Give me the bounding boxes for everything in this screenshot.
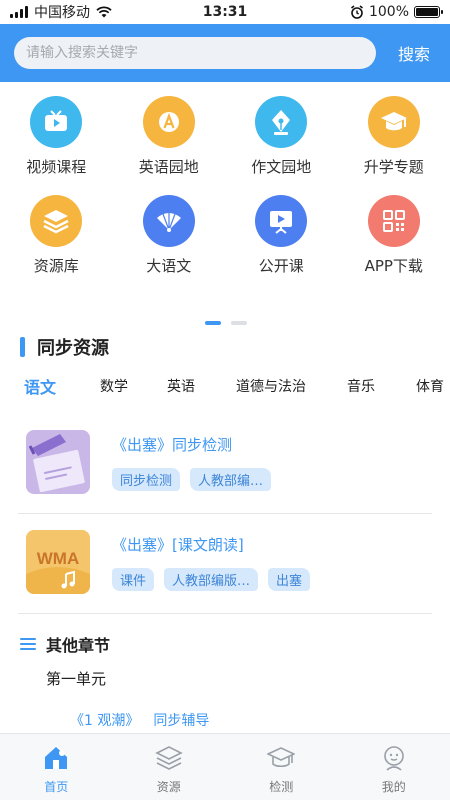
fan-icon — [142, 195, 195, 247]
page-dot — [205, 321, 221, 325]
resource-tag: 同步检测 — [112, 468, 181, 491]
grid-item-app-download[interactable]: APP下载 — [338, 195, 450, 276]
grid-item-composition[interactable]: 作文园地 — [225, 96, 338, 177]
nav-label: 检测 — [269, 780, 294, 794]
signal-icon — [10, 6, 28, 18]
home-icon — [45, 747, 68, 769]
grid-item-video-course[interactable]: 视频课程 — [0, 96, 113, 177]
resource-tag: 人教部编… — [190, 468, 272, 491]
graduation-cap-icon — [267, 747, 296, 768]
search-header: 搜索 — [0, 24, 450, 82]
layers-icon — [30, 195, 83, 247]
video-course-icon — [30, 96, 83, 148]
section-accent-bar — [20, 337, 25, 357]
other-chapters-header[interactable]: 其他章节 — [20, 632, 110, 656]
status-bar: 中国移动 13:31 100% — [0, 0, 450, 24]
section-title: 同步资源 — [37, 338, 109, 359]
nav-mine[interactable]: 我的 — [338, 734, 450, 800]
grid-label: 英语园地 — [138, 158, 199, 176]
search-button[interactable]: 搜索 — [398, 41, 430, 65]
nav-home[interactable]: 首页 — [0, 734, 113, 800]
english-icon — [142, 96, 195, 148]
tab-english[interactable]: 英语 — [167, 376, 195, 396]
status-left: 中国移动 — [10, 2, 112, 22]
tab-math[interactable]: 数学 — [100, 376, 128, 396]
grid-item-resource-library[interactable]: 资源库 — [0, 195, 113, 276]
tab-pe[interactable]: 体育 — [416, 376, 444, 396]
grid-item-english[interactable]: 英语园地 — [113, 96, 226, 177]
tab-music[interactable]: 音乐 — [347, 376, 375, 396]
carrier-name: 中国移动 — [34, 5, 90, 21]
grid-item-chinese[interactable]: 大语文 — [113, 195, 226, 276]
grid-label: APP下载 — [364, 257, 423, 275]
battery-icon — [414, 6, 443, 18]
unit-label[interactable]: 第一单元 — [46, 668, 106, 689]
nav-tests[interactable]: 检测 — [225, 734, 338, 800]
lesson-row[interactable]: 《1 观潮》 同步辅导 — [70, 710, 209, 730]
resource-card[interactable]: 《出塞》同步检测 同步检测 人教部编… — [18, 422, 432, 514]
wma-audio-thumbnail: WMA — [26, 530, 90, 594]
grid-label: 公开课 — [258, 257, 304, 275]
resource-tag: 课件 — [112, 568, 155, 591]
status-right: 100% — [350, 4, 443, 20]
other-chapters-title: 其他章节 — [46, 636, 111, 655]
nav-label: 资源 — [156, 780, 181, 794]
qr-code-icon — [367, 195, 420, 247]
wma-label: WMA — [37, 549, 79, 568]
subject-tabs: 语文 数学 英语 道德与法治 音乐 体育 — [0, 373, 450, 399]
wifi-icon — [96, 6, 112, 18]
lesson-type: 同步辅导 — [153, 713, 210, 729]
battery-percent: 100% — [368, 4, 409, 20]
grid-label: 大语文 — [146, 257, 192, 275]
exam-thumbnail — [26, 430, 90, 494]
grid-label: 升学专题 — [363, 158, 424, 176]
user-icon — [383, 746, 404, 771]
tab-morality-law[interactable]: 道德与法治 — [236, 376, 306, 396]
grid-label: 资源库 — [33, 257, 79, 275]
tab-chinese[interactable]: 语文 — [24, 374, 56, 398]
grid-item-open-class[interactable]: 公开课 — [225, 195, 338, 276]
graduation-cap-icon — [367, 96, 420, 148]
bottom-nav: 首页 资源 检测 我的 — [0, 733, 450, 800]
grid-item-further-study[interactable]: 升学专题 — [338, 96, 450, 177]
resource-tag: 出塞 — [268, 568, 311, 591]
menu-icon — [20, 638, 36, 650]
grid-label: 作文园地 — [251, 158, 312, 176]
nav-label: 我的 — [381, 780, 406, 794]
presentation-icon — [255, 195, 308, 247]
section-header: 同步资源 — [20, 334, 109, 360]
lesson-title: 《1 观潮》 — [70, 713, 140, 729]
page-indicator — [205, 321, 247, 325]
nav-label: 首页 — [44, 780, 69, 794]
resource-title[interactable]: 《出塞》同步检测 — [112, 434, 232, 455]
resource-title[interactable]: 《出塞》[课文朗读] — [112, 534, 244, 555]
pen-icon — [255, 96, 308, 148]
resource-tags: 课件 人教部编版… 出塞 — [112, 568, 311, 591]
feature-grid: 视频课程 英语园地 作文园地 升学专题 资源库 大语文 公开课 APP下载 — [0, 96, 450, 276]
alarm-icon — [350, 5, 363, 19]
resource-card[interactable]: WMA 《出塞》[课文朗读] 课件 人教部编版… 出塞 — [18, 522, 432, 614]
status-time: 13:31 — [202, 4, 248, 20]
resource-tags: 同步检测 人教部编… — [112, 468, 272, 491]
page-dot — [231, 321, 247, 325]
grid-label: 视频课程 — [26, 158, 87, 176]
nav-resources[interactable]: 资源 — [113, 734, 226, 800]
layers-icon — [154, 746, 183, 770]
search-input[interactable] — [14, 37, 376, 69]
resource-tag: 人教部编版… — [164, 568, 259, 591]
